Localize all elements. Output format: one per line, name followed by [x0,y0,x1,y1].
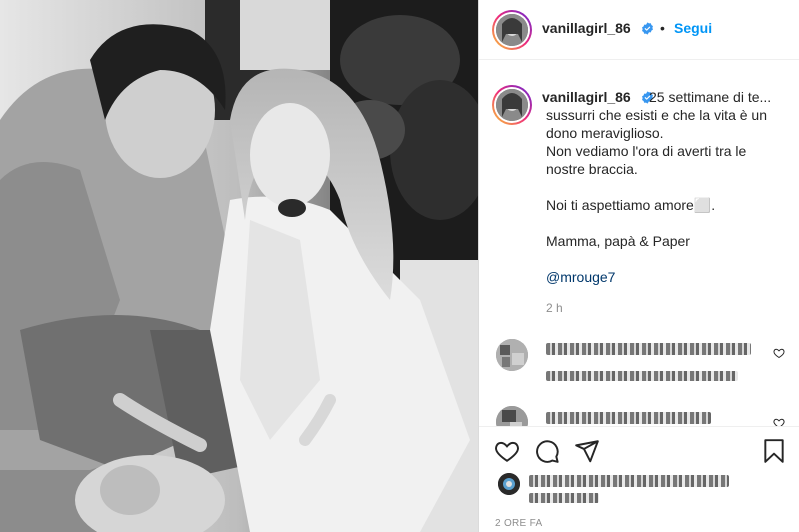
post-header: vanillagirl_86 • Segui [479,0,799,60]
caption-text-line: Noi ti aspettiamo amore⬜. [546,197,716,213]
likes-count-blurred [529,493,599,503]
verified-badge-icon [642,22,653,35]
heart-icon[interactable] [494,438,520,464]
post-actions: 2 ORE FA [479,426,799,532]
comment-like-heart-icon[interactable] [773,347,785,359]
caption-text-line: 25 settimane di te... [649,89,772,105]
author-username[interactable]: vanillagirl_86 [542,20,631,36]
caption-scroll-area[interactable]: vanillagirl_86 25 settimane di te... sus… [479,61,799,426]
avatar-photo [496,89,528,121]
comment-avatar[interactable] [496,406,528,426]
bookmark-icon[interactable] [761,438,787,464]
comment-avatar[interactable] [496,339,528,371]
caption-text-line: dono meraviglioso. [546,125,664,141]
avatar-photo [496,14,528,46]
caption-text-line: nostre braccia. [546,161,638,177]
caption-text-line: sussurri che esisti e che la vita è un [546,107,767,123]
comment-meta-blurred [546,371,738,381]
caption-username[interactable]: vanillagirl_86 [542,89,631,105]
caption-text-line: Mamma, papà & Paper [546,233,690,249]
post-side-panel: vanillagirl_86 • Segui vanillagirl_86 25… [478,0,799,532]
comment-text-blurred [546,343,751,355]
caption-text-line: Non vediamo l'ora di averti tra le [546,143,747,159]
caption-mention-link[interactable]: @mrouge7 [546,268,615,286]
author-avatar[interactable] [492,10,532,50]
post-timestamp[interactable]: 2 ORE FA [495,518,542,529]
post-photo-image [0,0,478,532]
liked-by-avatar[interactable] [498,473,520,495]
liked-by-text-blurred [529,475,729,487]
caption-author-avatar[interactable] [492,85,532,125]
follow-button[interactable]: Segui [674,20,712,36]
comment-like-heart-icon[interactable] [773,417,785,426]
post-photo[interactable] [0,0,478,532]
caption-age[interactable]: 2 h [546,301,563,315]
header-separator: • [660,20,665,36]
paper-plane-icon[interactable] [574,438,600,464]
comment-icon[interactable] [534,438,560,464]
comment-text-blurred [546,412,711,424]
